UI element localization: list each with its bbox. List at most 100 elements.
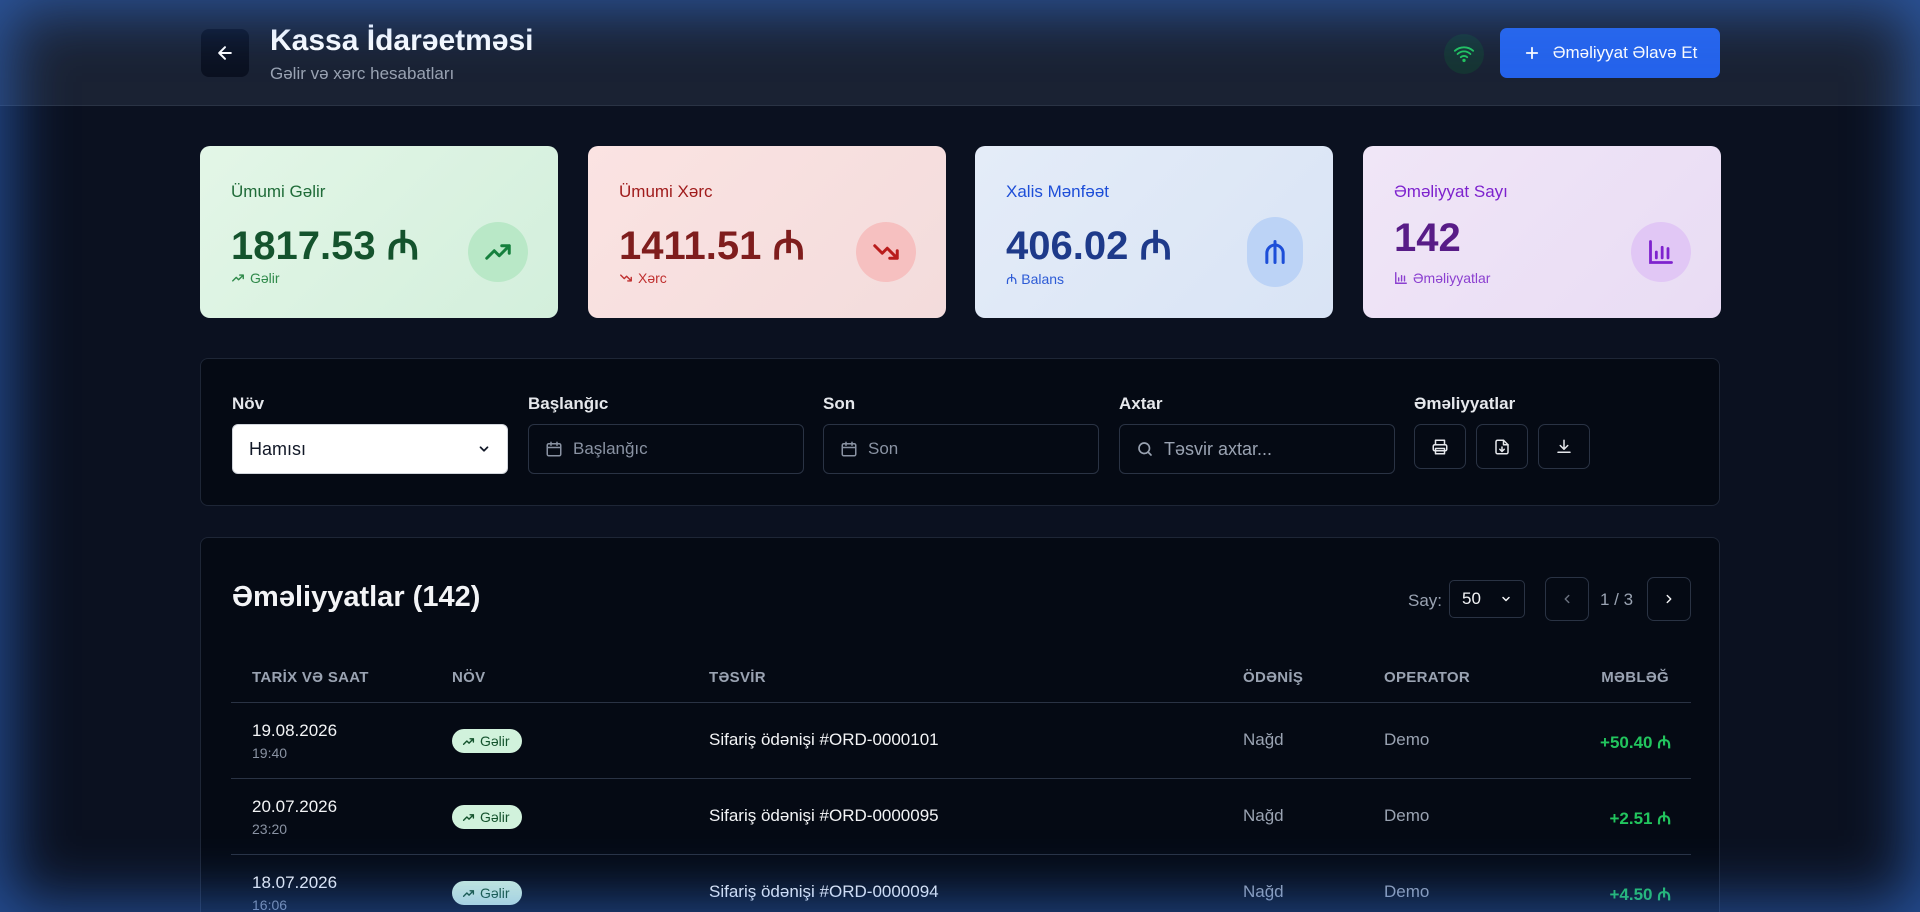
type-badge: Gəlir bbox=[452, 805, 522, 829]
stat-sub-label: Gəlir bbox=[250, 270, 280, 286]
trending-up-icon bbox=[232, 274, 244, 282]
stat-sub-label: Əməliyyatlar bbox=[1413, 270, 1491, 286]
column-header-amount: MƏBLƏĞ bbox=[1601, 669, 1669, 686]
search-icon bbox=[1138, 442, 1152, 456]
manat-icon bbox=[1265, 239, 1285, 265]
table-row[interactable]: 20.07.2026 23:20 Gəlir Sifariş ödənişi #… bbox=[231, 779, 1691, 855]
stat-card-net-profit: Xalis Mənfəət 406.02 ₼ ₼ Balans bbox=[975, 146, 1333, 318]
stat-icon bbox=[1247, 217, 1303, 287]
start-date-label: Başlanğıc bbox=[528, 394, 609, 413]
column-header-description: TƏSVİR bbox=[709, 669, 766, 686]
row-payment: Nağd bbox=[1243, 806, 1284, 825]
type-badge-label: Gəlir bbox=[480, 885, 510, 901]
column-header-payment: ÖDƏNİŞ bbox=[1243, 669, 1304, 686]
row-time: 16:06 bbox=[252, 897, 288, 912]
back-button[interactable] bbox=[201, 29, 249, 77]
row-date: 19.08.2026 bbox=[252, 721, 338, 740]
row-operator: Demo bbox=[1384, 806, 1430, 825]
stat-value: 1411.51 ₼ bbox=[619, 224, 805, 268]
search-label: Axtar bbox=[1119, 394, 1163, 413]
actions-label: Əməliyyatlar bbox=[1414, 394, 1516, 413]
stat-sub: ₼ Balans bbox=[1006, 270, 1064, 289]
bar-chart-icon bbox=[1395, 272, 1407, 284]
next-page-button[interactable] bbox=[1647, 577, 1691, 621]
stat-value: 142 bbox=[1394, 216, 1461, 260]
calendar-icon bbox=[841, 441, 857, 457]
transactions-panel: Əməliyyatlar (142) Say: 50 1 / 3 TARİX V… bbox=[200, 537, 1720, 912]
page: Kassa İdarəetməsi Gəlir və xərc hesabatl… bbox=[0, 0, 1920, 912]
row-description: Sifariş ödənişi #ORD-0000094 bbox=[709, 882, 939, 901]
per-page-label: Say: bbox=[1408, 591, 1443, 610]
start-date-placeholder: Başlanğıc bbox=[573, 439, 648, 458]
row-amount: +50.40 ₼ bbox=[1600, 733, 1671, 752]
stat-sub: Xərc bbox=[619, 270, 667, 286]
search-input[interactable]: Təsvir axtar... bbox=[1119, 424, 1395, 474]
add-transaction-label: Əməliyyat Əlavə Et bbox=[1552, 43, 1698, 62]
arrow-left-icon bbox=[218, 46, 232, 60]
connection-status bbox=[1444, 34, 1484, 74]
type-badge: Gəlir bbox=[452, 881, 522, 905]
stat-icon bbox=[856, 222, 916, 282]
row-operator: Demo bbox=[1384, 730, 1430, 749]
printer-icon bbox=[1432, 439, 1448, 454]
wifi-icon bbox=[1453, 46, 1475, 63]
stat-sub: Əməliyyatlar bbox=[1394, 270, 1490, 286]
trending-down-icon bbox=[873, 244, 899, 260]
header-bar: Kassa İdarəetməsi Gəlir və xərc hesabatl… bbox=[0, 0, 1920, 106]
add-transaction-button[interactable]: Əməliyyat Əlavə Et bbox=[1500, 28, 1720, 78]
row-amount: +2.51 ₼ bbox=[1609, 809, 1671, 828]
trending-up-icon bbox=[462, 813, 475, 821]
chevron-down-icon bbox=[1502, 596, 1510, 602]
row-date: 20.07.2026 bbox=[252, 797, 338, 816]
stat-icon bbox=[1631, 222, 1691, 282]
row-amount: +4.50 ₼ bbox=[1609, 885, 1671, 904]
row-time: 19:40 bbox=[252, 745, 288, 761]
type-badge-label: Gəlir bbox=[480, 809, 510, 825]
chevron-left-icon bbox=[1564, 594, 1570, 604]
transactions-title: Əməliyyatlar (142) bbox=[232, 581, 481, 613]
type-select-value: Hamısı bbox=[249, 438, 307, 459]
column-header-operator: OPERATOR bbox=[1384, 669, 1471, 686]
prev-page-button[interactable] bbox=[1545, 577, 1589, 621]
page-title: Kassa İdarəetməsi bbox=[270, 24, 534, 57]
stat-icon bbox=[468, 222, 528, 282]
trending-up-icon bbox=[485, 244, 511, 260]
export-file-button[interactable] bbox=[1476, 424, 1528, 469]
column-header-date: TARİX VƏ SAAT bbox=[252, 669, 369, 686]
stat-value: 1817.53 ₼ bbox=[231, 224, 420, 268]
table-row[interactable]: 18.07.2026 16:06 Gəlir Sifariş ödənişi #… bbox=[231, 855, 1691, 912]
download-icon bbox=[1557, 439, 1571, 453]
filter-panel: Növ Hamısı Başlanğıc Başlanğıc Son Son A… bbox=[200, 358, 1720, 506]
end-date-placeholder: Son bbox=[868, 439, 899, 458]
stat-label: Ümumi Gəlir bbox=[231, 182, 326, 201]
search-placeholder: Təsvir axtar... bbox=[1164, 438, 1273, 459]
type-badge: Gəlir bbox=[452, 729, 522, 753]
calendar-icon bbox=[546, 441, 562, 457]
print-button[interactable] bbox=[1414, 424, 1466, 469]
stat-sub-label: ₼ Balans bbox=[1006, 271, 1065, 287]
trending-down-icon bbox=[620, 274, 632, 282]
type-badge-label: Gəlir bbox=[480, 733, 510, 749]
bar-chart-icon bbox=[1649, 240, 1673, 264]
stat-label: Ümumi Xərc bbox=[619, 182, 713, 201]
row-description: Sifariş ödənişi #ORD-0000095 bbox=[709, 806, 939, 825]
type-select[interactable]: Hamısı bbox=[232, 424, 508, 474]
file-download-icon bbox=[1495, 439, 1509, 454]
type-filter-label: Növ bbox=[232, 394, 265, 413]
stat-sub: Gəlir bbox=[231, 270, 280, 286]
row-date: 18.07.2026 bbox=[252, 873, 338, 892]
download-button[interactable] bbox=[1538, 424, 1590, 469]
stat-card-income: Ümumi Gəlir 1817.53 ₼ Gəlir bbox=[200, 146, 558, 318]
end-date-input[interactable]: Son bbox=[823, 424, 1099, 474]
per-page-select[interactable]: 50 bbox=[1449, 580, 1525, 618]
start-date-input[interactable]: Başlanğıc bbox=[528, 424, 804, 474]
page-subtitle: Gəlir və xərc hesabatları bbox=[270, 64, 455, 83]
trending-up-icon bbox=[462, 737, 475, 745]
table-row[interactable]: 19.08.2026 19:40 Gəlir Sifariş ödənişi #… bbox=[231, 703, 1691, 779]
column-header-type: NÖV bbox=[452, 669, 486, 686]
row-operator: Demo bbox=[1384, 882, 1430, 901]
stat-label: Əməliyyat Sayı bbox=[1394, 182, 1508, 201]
stat-sub-label: Xərc bbox=[638, 270, 667, 286]
trending-up-icon bbox=[462, 889, 475, 897]
chevron-down-icon bbox=[479, 446, 489, 452]
